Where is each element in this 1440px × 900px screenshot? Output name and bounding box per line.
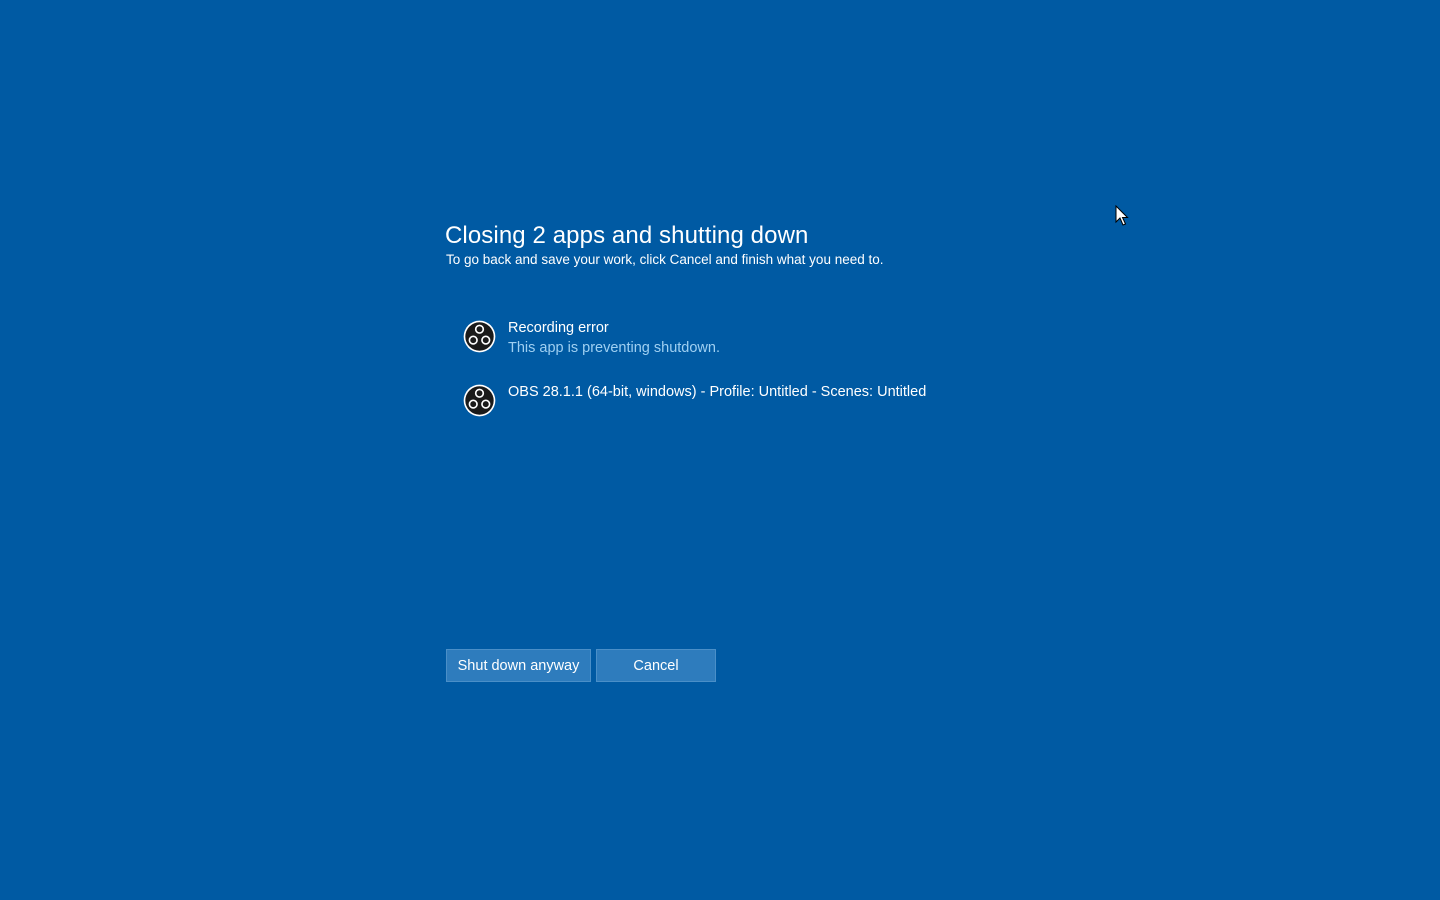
app-name: Recording error — [508, 320, 609, 336]
mouse-pointer-icon — [1115, 204, 1129, 227]
app-item-recording-error: Recording error This app is preventing s… — [463, 318, 1163, 382]
app-name: OBS 28.1.1 (64-bit, windows) - Profile: … — [508, 384, 927, 400]
blocking-apps-list: Recording error This app is preventing s… — [463, 318, 1163, 446]
app-item-obs: OBS 28.1.1 (64-bit, windows) - Profile: … — [463, 382, 1163, 446]
app-status: This app is preventing shutdown. — [508, 340, 720, 356]
obs-icon — [463, 384, 496, 417]
shutdown-title: Closing 2 apps and shutting down — [445, 222, 809, 249]
obs-icon — [463, 320, 496, 353]
shutdown-subtitle: To go back and save your work, click Can… — [446, 252, 884, 267]
shut-down-anyway-button[interactable]: Shut down anyway — [446, 649, 591, 682]
dialog-buttons: Shut down anyway Cancel — [446, 649, 716, 682]
cancel-button[interactable]: Cancel — [596, 649, 716, 682]
